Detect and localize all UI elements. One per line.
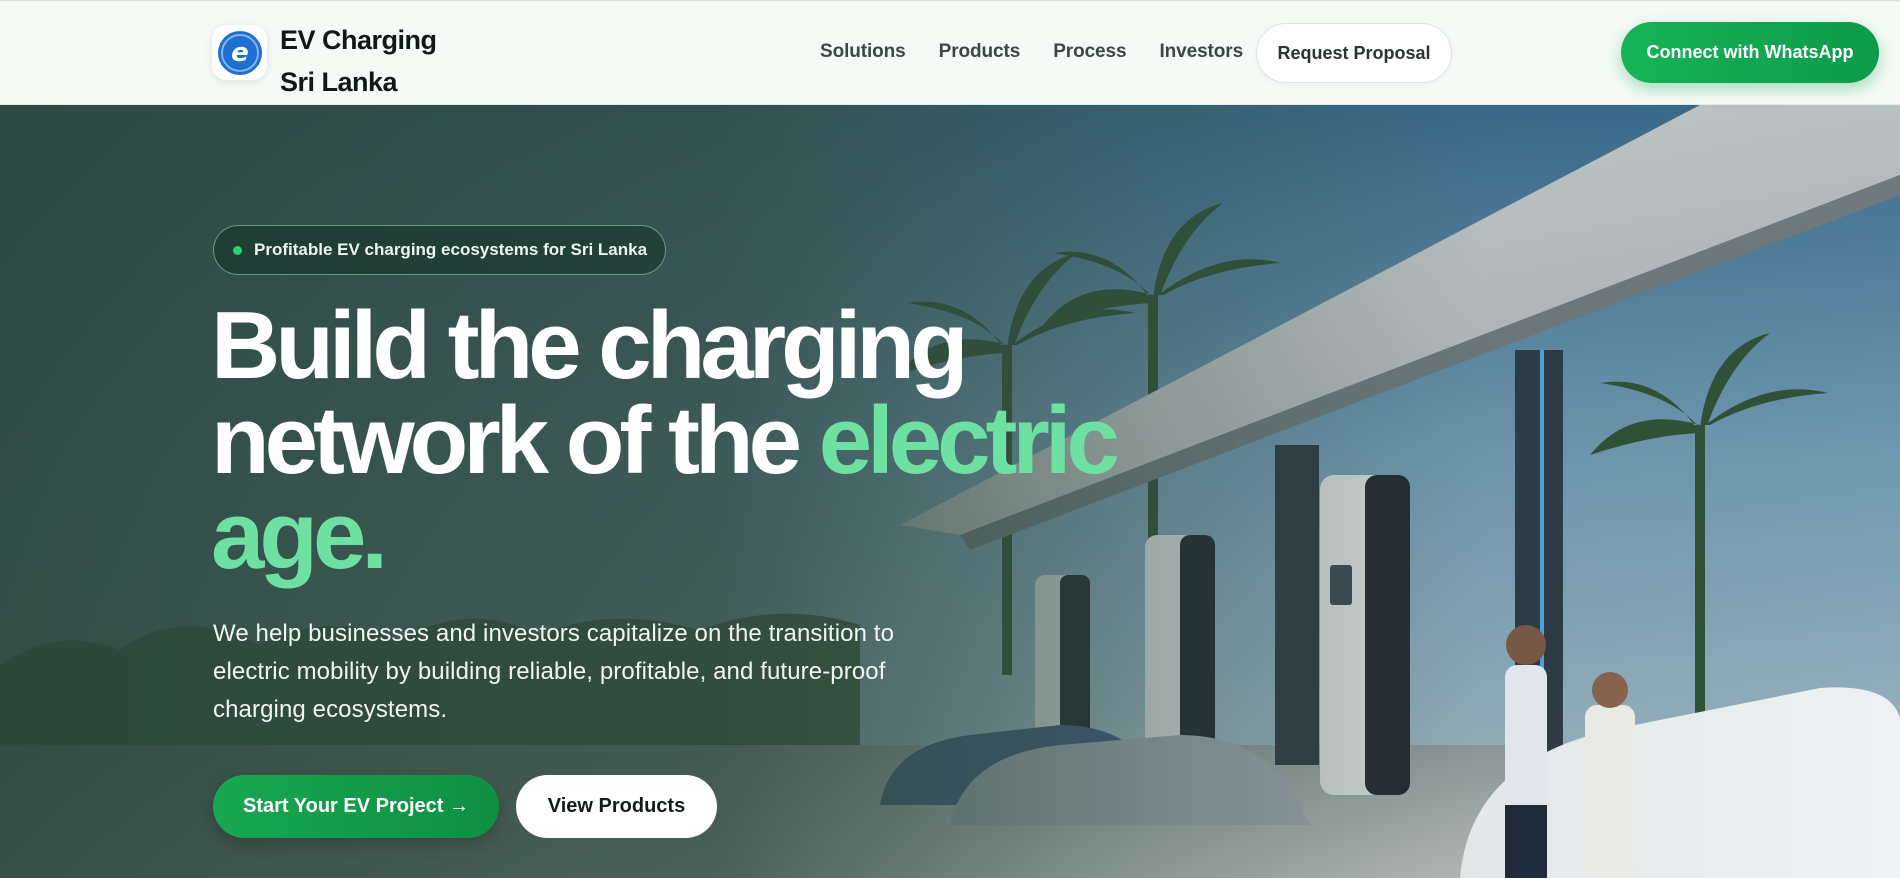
nav-products[interactable]: Products — [939, 41, 1021, 63]
hero-section: Profitable EV charging ecosystems for Sr… — [0, 105, 1900, 878]
brand-name-line2: Sri Lanka — [280, 67, 398, 97]
main-nav: Solutions Products Process Investors — [820, 41, 1276, 63]
site-header: e EV Charging Sri Lanka Solutions Produc… — [0, 0, 1900, 105]
hero-badge: Profitable EV charging ecosystems for Sr… — [213, 225, 667, 275]
request-proposal-button[interactable]: Request Proposal — [1256, 23, 1452, 83]
hero-badge-text: Profitable EV charging ecosystems for Sr… — [254, 240, 648, 259]
svg-text:e: e — [231, 38, 249, 68]
nav-solutions[interactable]: Solutions — [820, 41, 906, 63]
status-dot-icon — [233, 246, 242, 255]
brand-name-line1: EV Charging — [280, 25, 437, 55]
nav-process[interactable]: Process — [1053, 41, 1126, 63]
nav-investors[interactable]: Investors — [1159, 41, 1243, 63]
start-project-button[interactable]: Start Your EV Project → — [213, 775, 499, 838]
logo-icon: e — [212, 25, 267, 80]
whatsapp-button[interactable]: Connect with WhatsApp — [1621, 22, 1879, 83]
brand-logo-link[interactable]: e EV Charging Sri Lanka — [212, 25, 437, 103]
view-products-button[interactable]: View Products — [516, 775, 717, 838]
hero-headline: Build the charging network of the electr… — [211, 298, 1191, 584]
brand-name: EV Charging Sri Lanka — [280, 19, 437, 103]
hero-subtext: We help businesses and investors capital… — [213, 620, 895, 723]
